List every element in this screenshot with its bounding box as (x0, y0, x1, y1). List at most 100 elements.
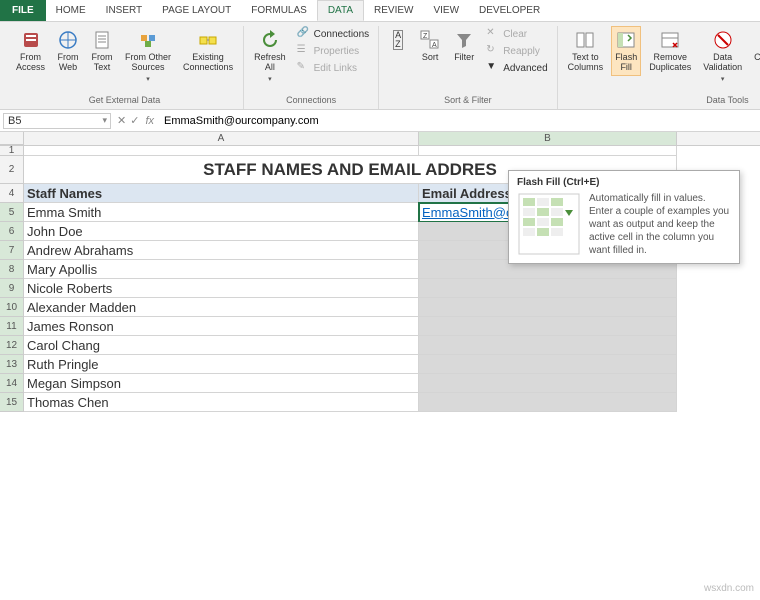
col-header-b[interactable]: B (419, 132, 677, 145)
text-to-columns-button[interactable]: Text to Columns (564, 26, 608, 76)
clear-filter-button[interactable]: ✕Clear (483, 26, 550, 42)
row-header[interactable]: 1 (0, 146, 24, 156)
consolidate-button[interactable]: Consolidate (750, 26, 760, 66)
funnel-icon (453, 29, 475, 51)
cell[interactable]: Ruth Pringle (24, 355, 419, 374)
from-other-sources-button[interactable]: From Other Sources▾ (121, 26, 175, 86)
cell[interactable] (419, 146, 677, 156)
row-header[interactable]: 9 (0, 279, 24, 298)
row-header[interactable]: 8 (0, 260, 24, 279)
col-header-a[interactable]: A (24, 132, 419, 145)
row-header[interactable]: 7 (0, 241, 24, 260)
cell[interactable]: Thomas Chen (24, 393, 419, 412)
tab-developer[interactable]: DEVELOPER (469, 0, 550, 21)
tab-page-layout[interactable]: PAGE LAYOUT (152, 0, 241, 21)
cell[interactable] (419, 317, 677, 336)
cancel-icon[interactable]: ✕ (117, 114, 126, 127)
cell[interactable] (24, 146, 419, 156)
enter-icon[interactable]: ✓ (130, 114, 139, 127)
tab-data[interactable]: DATA (317, 0, 364, 21)
tab-formulas[interactable]: FORMULAS (241, 0, 317, 21)
row-header[interactable]: 11 (0, 317, 24, 336)
reapply-button[interactable]: ↻Reapply (483, 43, 550, 59)
remove-duplicates-icon (659, 29, 681, 51)
remove-duplicates-button[interactable]: Remove Duplicates (645, 26, 695, 76)
tooltip-graphic (517, 192, 581, 256)
watermark: wsxdn.com (704, 583, 754, 594)
sort-button[interactable]: ZA Sort (415, 26, 445, 66)
data-validation-button[interactable]: Data Validation▾ (699, 26, 746, 86)
connection-icon (197, 29, 219, 51)
tab-view[interactable]: VIEW (423, 0, 469, 21)
reapply-icon: ↻ (486, 44, 500, 58)
cell[interactable] (419, 298, 677, 317)
cell[interactable]: Nicole Roberts (24, 279, 419, 298)
sort-icon: ZA (419, 29, 441, 51)
row-header[interactable]: 14 (0, 374, 24, 393)
row-header[interactable]: 15 (0, 393, 24, 412)
fx-icon[interactable]: fx (145, 115, 154, 127)
formula-input[interactable] (160, 113, 760, 129)
cell[interactable]: Andrew Abrahams (24, 241, 419, 260)
header-cell-staff[interactable]: Staff Names (24, 184, 419, 203)
from-text-button[interactable]: From Text (87, 26, 117, 76)
cell[interactable] (419, 393, 677, 412)
cell[interactable]: Alexander Madden (24, 298, 419, 317)
cell[interactable]: Carol Chang (24, 336, 419, 355)
clear-icon: ✕ (486, 27, 500, 41)
cell[interactable] (419, 355, 677, 374)
cell[interactable]: John Doe (24, 222, 419, 241)
existing-connections-button[interactable]: Existing Connections (179, 26, 237, 76)
ribbon: From Access From Web From Text From Othe… (0, 22, 760, 110)
tooltip-text: Automatically fill in values. Enter a co… (589, 192, 731, 257)
validation-icon (712, 29, 734, 51)
filter-button[interactable]: Filter (449, 26, 479, 66)
globe-icon (57, 29, 79, 51)
cell[interactable]: Mary Apollis (24, 260, 419, 279)
tab-review[interactable]: REVIEW (364, 0, 423, 21)
flash-fill-icon (615, 29, 637, 51)
row-header[interactable]: 13 (0, 355, 24, 374)
cell[interactable]: James Ronson (24, 317, 419, 336)
from-web-button[interactable]: From Web (53, 26, 83, 76)
sort-az-button[interactable]: AZ (385, 26, 411, 54)
tab-insert[interactable]: INSERT (96, 0, 153, 21)
tab-file[interactable]: FILE (0, 0, 46, 21)
formula-bar: B5 ✕ ✓ fx (0, 110, 760, 132)
row-header[interactable]: 10 (0, 298, 24, 317)
edit-links-button[interactable]: ✎Edit Links (294, 60, 373, 76)
refresh-all-button[interactable]: Refresh All▾ (250, 26, 290, 86)
sources-icon (137, 29, 159, 51)
name-box[interactable]: B5 (3, 113, 111, 129)
flash-fill-tooltip: Flash Fill (Ctrl+E) Automatically fill i… (508, 170, 740, 264)
row-header[interactable]: 6 (0, 222, 24, 241)
text-file-icon (91, 29, 113, 51)
properties-button[interactable]: ☰Properties (294, 43, 373, 59)
chevron-down-icon: ▾ (146, 75, 150, 83)
row-header[interactable]: 2 (0, 156, 24, 184)
cell[interactable] (419, 279, 677, 298)
chevron-down-icon: ▾ (721, 75, 725, 83)
group-label-external: Get External Data (89, 93, 161, 107)
tab-home[interactable]: HOME (46, 0, 96, 21)
row-header[interactable]: 4 (0, 184, 24, 203)
advanced-icon: ▼ (486, 61, 500, 75)
flash-fill-button[interactable]: Flash Fill (611, 26, 641, 76)
from-access-button[interactable]: From Access (12, 26, 49, 76)
group-sort-filter: AZ ZA Sort Filter ✕Clear ↻Reapply ▼Advan… (379, 26, 557, 109)
cell[interactable]: Emma Smith (24, 203, 419, 222)
select-all-corner[interactable] (0, 132, 24, 145)
cell[interactable]: Megan Simpson (24, 374, 419, 393)
cell[interactable] (419, 336, 677, 355)
connections-button[interactable]: 🔗Connections (294, 26, 373, 42)
row-header[interactable]: 12 (0, 336, 24, 355)
chevron-down-icon: ▾ (268, 75, 272, 83)
row-header[interactable]: 5 (0, 203, 24, 222)
edit-links-icon: ✎ (297, 61, 311, 75)
formula-buttons: ✕ ✓ (117, 114, 139, 127)
refresh-icon (259, 29, 281, 51)
advanced-filter-button[interactable]: ▼Advanced (483, 60, 550, 76)
sort-az-icon: AZ (387, 29, 409, 51)
cell[interactable] (419, 374, 677, 393)
ribbon-tabs: FILE HOME INSERT PAGE LAYOUT FORMULAS DA… (0, 0, 760, 22)
